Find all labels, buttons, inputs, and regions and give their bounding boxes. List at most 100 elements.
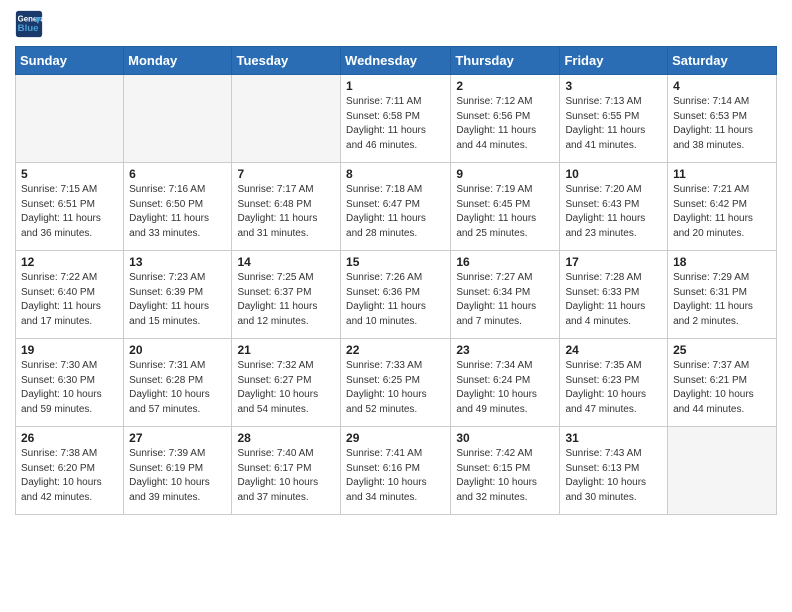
column-header-thursday: Thursday [451, 47, 560, 75]
day-info: Sunrise: 7:42 AM Sunset: 6:15 PM Dayligh… [456, 447, 554, 505]
day-info: Sunrise: 7:17 AM Sunset: 6:48 PM Dayligh… [237, 183, 335, 241]
day-number: 27 [129, 431, 226, 445]
day-cell: 17 Sunrise: 7:28 AM Sunset: 6:33 PM Dayli… [560, 251, 668, 339]
day-cell [668, 427, 777, 515]
day-info: Sunrise: 7:20 AM Sunset: 6:43 PM Dayligh… [565, 183, 662, 241]
column-header-wednesday: Wednesday [341, 47, 451, 75]
day-cell: 5 Sunrise: 7:15 AM Sunset: 6:51 PM Daylig… [16, 163, 124, 251]
week-row-1: 1 Sunrise: 7:11 AM Sunset: 6:58 PM Daylig… [16, 75, 777, 163]
day-number: 9 [456, 167, 554, 181]
day-number: 10 [565, 167, 662, 181]
logo: General Blue [15, 10, 43, 38]
day-cell: 26Sunrise: 7:38 AM Sunset: 6:20 PM Dayli… [16, 427, 124, 515]
day-info: Sunrise: 7:33 AM Sunset: 6:25 PM Dayligh… [346, 359, 445, 417]
day-cell: 18Sunrise: 7:29 AM Sunset: 6:31 PM Dayli… [668, 251, 777, 339]
week-row-4: 19 Sunrise: 7:30 AM Sunset: 6:30 PM Dayli… [16, 339, 777, 427]
day-number: 14 [237, 255, 335, 269]
day-info: Sunrise: 7:27 AM Sunset: 6:34 PM Dayligh… [456, 271, 554, 329]
day-info: Sunrise: 7:28 AM Sunset: 6:33 PM Dayligh… [565, 271, 662, 329]
column-header-sunday: Sunday [16, 47, 124, 75]
day-cell: 16Sunrise: 7:27 AM Sunset: 6:34 PM Dayli… [451, 251, 560, 339]
day-number: 1 [346, 79, 445, 93]
day-info: Sunrise: 7:31 AM Sunset: 6:28 PM Dayligh… [129, 359, 226, 417]
logo-icon: General Blue [15, 10, 43, 38]
day-number: 28 [237, 431, 335, 445]
day-info: Sunrise: 7:16 AM Sunset: 6:50 PM Dayligh… [129, 183, 226, 241]
day-info: Sunrise: 7:26 AM Sunset: 6:36 PM Dayligh… [346, 271, 445, 329]
day-number: 11 [673, 167, 771, 181]
day-info: Sunrise: 7:21 AM Sunset: 6:42 PM Dayligh… [673, 183, 771, 241]
day-cell: 23Sunrise: 7:34 AM Sunset: 6:24 PM Dayli… [451, 339, 560, 427]
day-info: Sunrise: 7:14 AM Sunset: 6:53 PM Dayligh… [673, 95, 771, 153]
header: General Blue [15, 10, 777, 38]
week-row-2: 5 Sunrise: 7:15 AM Sunset: 6:51 PM Daylig… [16, 163, 777, 251]
calendar-header-row: SundayMondayTuesdayWednesdayThursdayFrid… [16, 47, 777, 75]
day-cell: 20 Sunrise: 7:31 AM Sunset: 6:28 PM Dayli… [124, 339, 232, 427]
day-info: Sunrise: 7:35 AM Sunset: 6:23 PM Dayligh… [565, 359, 662, 417]
day-info: Sunrise: 7:39 AM Sunset: 6:19 PM Dayligh… [129, 447, 226, 505]
day-info: Sunrise: 7:18 AM Sunset: 6:47 PM Dayligh… [346, 183, 445, 241]
day-number: 30 [456, 431, 554, 445]
day-cell: 21 Sunrise: 7:32 AM Sunset: 6:27 PM Dayli… [232, 339, 341, 427]
day-cell: 31 Sunrise: 7:43 AM Sunset: 6:13 PM Dayli… [560, 427, 668, 515]
day-number: 7 [237, 167, 335, 181]
day-number: 15 [346, 255, 445, 269]
day-info: Sunrise: 7:37 AM Sunset: 6:21 PM Dayligh… [673, 359, 771, 417]
day-number: 17 [565, 255, 662, 269]
day-info: Sunrise: 7:15 AM Sunset: 6:51 PM Dayligh… [21, 183, 118, 241]
day-cell: 29 Sunrise: 7:41 AM Sunset: 6:16 PM Dayli… [341, 427, 451, 515]
week-row-3: 12 Sunrise: 7:22 AM Sunset: 6:40 PM Dayli… [16, 251, 777, 339]
day-number: 24 [565, 343, 662, 357]
day-cell: 1 Sunrise: 7:11 AM Sunset: 6:58 PM Daylig… [341, 75, 451, 163]
day-number: 5 [21, 167, 118, 181]
day-number: 19 [21, 343, 118, 357]
day-number: 22 [346, 343, 445, 357]
day-info: Sunrise: 7:25 AM Sunset: 6:37 PM Dayligh… [237, 271, 335, 329]
day-number: 21 [237, 343, 335, 357]
day-cell: 30 Sunrise: 7:42 AM Sunset: 6:15 PM Dayli… [451, 427, 560, 515]
day-number: 8 [346, 167, 445, 181]
day-cell: 12 Sunrise: 7:22 AM Sunset: 6:40 PM Dayli… [16, 251, 124, 339]
day-info: Sunrise: 7:30 AM Sunset: 6:30 PM Dayligh… [21, 359, 118, 417]
day-cell: 15 Sunrise: 7:26 AM Sunset: 6:36 PM Dayli… [341, 251, 451, 339]
day-cell: 10 Sunrise: 7:20 AM Sunset: 6:43 PM Dayli… [560, 163, 668, 251]
day-info: Sunrise: 7:41 AM Sunset: 6:16 PM Dayligh… [346, 447, 445, 505]
column-header-monday: Monday [124, 47, 232, 75]
day-cell: 4 Sunrise: 7:14 AM Sunset: 6:53 PM Daylig… [668, 75, 777, 163]
day-info: Sunrise: 7:43 AM Sunset: 6:13 PM Dayligh… [565, 447, 662, 505]
day-info: Sunrise: 7:40 AM Sunset: 6:17 PM Dayligh… [237, 447, 335, 505]
day-number: 13 [129, 255, 226, 269]
day-number: 29 [346, 431, 445, 445]
day-cell: 28 Sunrise: 7:40 AM Sunset: 6:17 PM Dayli… [232, 427, 341, 515]
day-cell: 3 Sunrise: 7:13 AM Sunset: 6:55 PM Daylig… [560, 75, 668, 163]
day-number: 4 [673, 79, 771, 93]
day-cell: 6 Sunrise: 7:16 AM Sunset: 6:50 PM Daylig… [124, 163, 232, 251]
day-cell: 9Sunrise: 7:19 AM Sunset: 6:45 PM Daylig… [451, 163, 560, 251]
column-header-tuesday: Tuesday [232, 47, 341, 75]
day-info: Sunrise: 7:34 AM Sunset: 6:24 PM Dayligh… [456, 359, 554, 417]
day-info: Sunrise: 7:29 AM Sunset: 6:31 PM Dayligh… [673, 271, 771, 329]
day-number: 20 [129, 343, 226, 357]
day-number: 3 [565, 79, 662, 93]
day-cell: 2Sunrise: 7:12 AM Sunset: 6:56 PM Daylig… [451, 75, 560, 163]
day-number: 31 [565, 431, 662, 445]
day-info: Sunrise: 7:23 AM Sunset: 6:39 PM Dayligh… [129, 271, 226, 329]
day-cell: 27 Sunrise: 7:39 AM Sunset: 6:19 PM Dayli… [124, 427, 232, 515]
day-info: Sunrise: 7:13 AM Sunset: 6:55 PM Dayligh… [565, 95, 662, 153]
day-cell: 25 Sunrise: 7:37 AM Sunset: 6:21 PM Dayli… [668, 339, 777, 427]
day-cell: 14 Sunrise: 7:25 AM Sunset: 6:37 PM Dayli… [232, 251, 341, 339]
day-info: Sunrise: 7:32 AM Sunset: 6:27 PM Dayligh… [237, 359, 335, 417]
day-number: 6 [129, 167, 226, 181]
day-info: Sunrise: 7:11 AM Sunset: 6:58 PM Dayligh… [346, 95, 445, 153]
day-info: Sunrise: 7:22 AM Sunset: 6:40 PM Dayligh… [21, 271, 118, 329]
day-cell: 24 Sunrise: 7:35 AM Sunset: 6:23 PM Dayli… [560, 339, 668, 427]
day-info: Sunrise: 7:12 AM Sunset: 6:56 PM Dayligh… [456, 95, 554, 153]
day-cell [124, 75, 232, 163]
day-cell: 11 Sunrise: 7:21 AM Sunset: 6:42 PM Dayli… [668, 163, 777, 251]
column-header-friday: Friday [560, 47, 668, 75]
page-container: General Blue SundayMondayTuesdayWednesda… [0, 0, 792, 530]
day-info: Sunrise: 7:38 AM Sunset: 6:20 PM Dayligh… [21, 447, 118, 505]
day-number: 12 [21, 255, 118, 269]
day-cell [232, 75, 341, 163]
day-number: 25 [673, 343, 771, 357]
